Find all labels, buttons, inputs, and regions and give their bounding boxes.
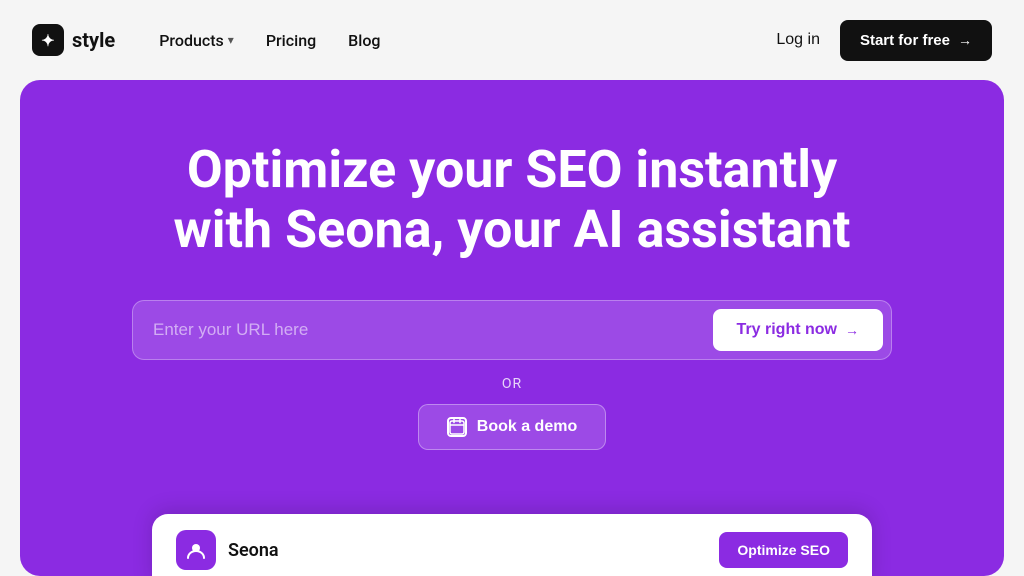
try-arrow-icon: →: [845, 322, 859, 338]
optimize-seo-button[interactable]: Optimize SEO: [719, 532, 848, 568]
seona-name: Seona: [228, 540, 279, 561]
nav-item-pricing[interactable]: Pricing: [254, 23, 328, 58]
url-input[interactable]: [153, 320, 701, 340]
logo-text: style: [72, 28, 115, 52]
hero-title: Optimize your SEO instantly with Seona, …: [162, 140, 862, 260]
seona-card-left: Seona: [176, 530, 279, 570]
blog-label: Blog: [348, 31, 380, 50]
book-demo-label: Book a demo: [477, 418, 577, 436]
url-input-row: Try right now →: [132, 300, 892, 360]
pricing-label: Pricing: [266, 31, 316, 50]
login-button[interactable]: Log in: [776, 31, 820, 49]
logo[interactable]: ✦ style: [32, 24, 115, 56]
logo-icon: ✦: [32, 24, 64, 56]
seona-avatar: [176, 530, 216, 570]
hero-section: Optimize your SEO instantly with Seona, …: [20, 80, 1004, 576]
navbar-right: Log in Start for free →: [776, 20, 992, 61]
start-label: Start for free: [860, 32, 950, 49]
nav-links: Products ▾ Pricing Blog: [147, 23, 392, 58]
calendar-icon: [447, 417, 467, 437]
or-divider: OR: [502, 376, 522, 392]
navbar-left: ✦ style Products ▾ Pricing Blog: [32, 23, 393, 58]
chevron-down-icon: ▾: [228, 33, 234, 47]
nav-item-products[interactable]: Products ▾: [147, 23, 246, 58]
try-button[interactable]: Try right now →: [713, 309, 883, 351]
navbar: ✦ style Products ▾ Pricing Blog Log in S…: [0, 0, 1024, 80]
products-label: Products: [159, 31, 224, 50]
arrow-icon: →: [958, 32, 972, 48]
start-button[interactable]: Start for free →: [840, 20, 992, 61]
seona-card: Seona Optimize SEO: [152, 514, 872, 576]
nav-item-blog[interactable]: Blog: [336, 23, 392, 58]
book-demo-button[interactable]: Book a demo: [418, 404, 606, 450]
try-label: Try right now: [737, 321, 837, 339]
